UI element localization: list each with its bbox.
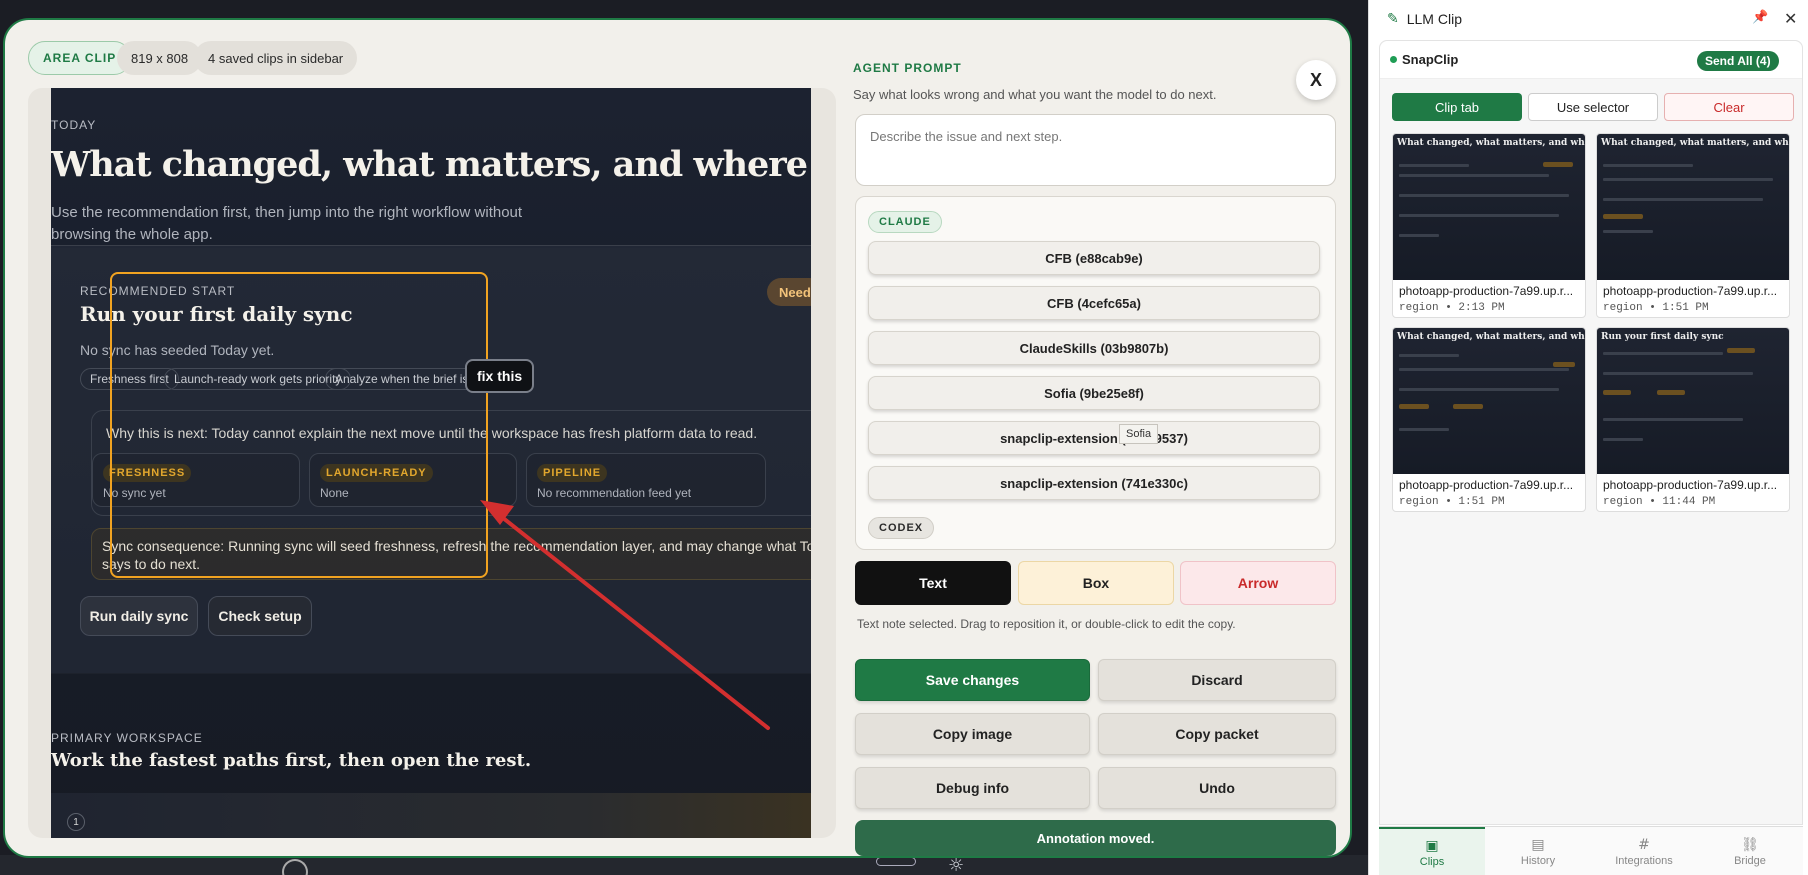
clip-thumbnail: What changed, what matters, and where to…	[1393, 134, 1585, 280]
tab-history[interactable]: ▤ History	[1485, 827, 1591, 875]
session-item[interactable]: CFB (e88cab9e)	[868, 241, 1320, 275]
clip-size-badge: 819 x 808	[117, 41, 203, 75]
session-item[interactable]: Sofia (9be25e8f)	[868, 376, 1320, 410]
project-name: SnapClip	[1402, 52, 1459, 67]
llm-clip-sidebar: ✎ LLM Clip 📌 ✕ SnapClip Send All (4) Cli…	[1368, 0, 1808, 875]
clip-card[interactable]: What changed, what matters, and where to…	[1392, 133, 1586, 318]
save-changes-button[interactable]: Save changes	[855, 659, 1090, 701]
link-icon: ⛓	[1741, 836, 1759, 853]
undo-button[interactable]: Undo	[1098, 767, 1336, 809]
status-banner: Annotation moved.	[855, 820, 1336, 856]
thumb-headline: What changed, what matters, and where to…	[1397, 138, 1585, 148]
claude-group-label: CLAUDE	[868, 211, 942, 233]
clip-tab-button[interactable]: Clip tab	[1392, 93, 1522, 121]
session-item[interactable]: snapclip-extension (741e330c)	[868, 466, 1320, 500]
document-icon: ▤	[1531, 836, 1545, 853]
use-selector-button[interactable]: Use selector	[1528, 93, 1658, 121]
close-icon[interactable]: ✕	[1784, 9, 1797, 28]
session-item[interactable]: CFB (4cefc65a)	[868, 286, 1320, 320]
tab-label: Bridge	[1734, 854, 1766, 867]
sidebar-header: ✎ LLM Clip	[1387, 11, 1462, 27]
discard-button[interactable]: Discard	[1098, 659, 1336, 701]
sidebar-tabs: ▣ Clips ▤ History # Integrations ⛓ Bridg…	[1379, 826, 1803, 875]
area-clip-badge: AREA CLIP	[28, 41, 132, 75]
session-list[interactable]: CLAUDE CFB (e88cab9e) CFB (4cefc65a) Cla…	[855, 196, 1336, 550]
clip-meta: region • 11:44 PM	[1603, 496, 1716, 508]
clip-editor-modal: AREA CLIP 819 x 808 4 saved clips in sid…	[3, 18, 1352, 858]
copy-packet-button[interactable]: Copy packet	[1098, 713, 1336, 755]
clips-panel: SnapClip Send All (4) Clip tab Use selec…	[1379, 40, 1803, 825]
agent-prompt-subtitle: Say what looks wrong and what you want t…	[853, 87, 1217, 102]
pin-icon[interactable]: 📌	[1752, 10, 1768, 25]
clip-meta: region • 1:51 PM	[1399, 496, 1505, 508]
codex-group-label: CODEX	[868, 517, 935, 539]
tool-hint: Text note selected. Drag to reposition i…	[857, 617, 1236, 631]
background-app-strip: ☼	[0, 855, 1368, 875]
thumb-headline: What changed, what matters, and where to…	[1397, 332, 1585, 342]
llm-clip-logo-icon: ✎	[1387, 11, 1399, 27]
tab-label: Integrations	[1615, 854, 1673, 867]
clip-preview[interactable]: TODAY What changed, what matters, and wh…	[28, 88, 836, 838]
tab-label: History	[1520, 854, 1556, 867]
thumb-headline: What changed, what matters, and where to…	[1601, 138, 1789, 148]
tab-integrations[interactable]: # Integrations	[1591, 827, 1697, 875]
debug-info-button[interactable]: Debug info	[855, 767, 1090, 809]
clip-name: photoapp-production-7a99.up.r...	[1399, 478, 1574, 492]
box-tool-button[interactable]: Box	[1018, 561, 1174, 605]
send-all-button[interactable]: Send All (4)	[1697, 51, 1779, 71]
text-tool-button[interactable]: Text	[855, 561, 1011, 605]
clip-card[interactable]: What changed, what matters, and where to…	[1596, 133, 1790, 318]
close-button[interactable]: X	[1296, 60, 1336, 100]
tooltip: Sofia	[1119, 424, 1159, 444]
prompt-textarea[interactable]: Describe the issue and next step.	[855, 114, 1336, 186]
project-header: SnapClip Send All (4)	[1380, 41, 1802, 79]
arrow-annotation[interactable]	[28, 88, 836, 838]
clip-thumbnail: What changed, what matters, and where to…	[1597, 134, 1789, 280]
clip-thumbnail: What changed, what matters, and where to…	[1393, 328, 1585, 474]
clip-name: photoapp-production-7a99.up.r...	[1603, 284, 1778, 298]
clip-card[interactable]: Run your first daily sync photoapp-produ…	[1596, 327, 1790, 512]
image-icon: ▣	[1425, 837, 1439, 854]
clip-card[interactable]: What changed, what matters, and where to…	[1392, 327, 1586, 512]
sun-icon: ☼	[948, 855, 965, 875]
sidebar-title: LLM Clip	[1406, 11, 1462, 27]
tab-clips[interactable]: ▣ Clips	[1379, 827, 1485, 875]
copy-image-button[interactable]: Copy image	[855, 713, 1090, 755]
thumb-headline: Run your first daily sync	[1601, 332, 1724, 342]
agent-prompt-title: AGENT PROMPT	[853, 61, 962, 75]
saved-clips-badge: 4 saved clips in sidebar	[194, 41, 358, 75]
arrow-tool-button[interactable]: Arrow	[1180, 561, 1336, 605]
session-item[interactable]: ClaudeSkills (03b9807b)	[868, 331, 1320, 365]
clip-name: photoapp-production-7a99.up.r...	[1399, 284, 1574, 298]
session-item[interactable]: snapclip-extension (32a49537)	[868, 421, 1320, 455]
refresh-icon	[282, 859, 308, 875]
status-dot	[1390, 56, 1397, 63]
clip-name: photoapp-production-7a99.up.r...	[1603, 478, 1778, 492]
clip-meta: region • 2:13 PM	[1399, 302, 1505, 314]
tab-label: Clips	[1419, 855, 1445, 868]
tab-bridge[interactable]: ⛓ Bridge	[1697, 827, 1803, 875]
clip-thumbnail: Run your first daily sync	[1597, 328, 1789, 474]
hash-icon: #	[1638, 836, 1650, 853]
clip-meta: region • 1:51 PM	[1603, 302, 1709, 314]
toggle-icon	[876, 857, 916, 866]
clear-button[interactable]: Clear	[1664, 93, 1794, 121]
